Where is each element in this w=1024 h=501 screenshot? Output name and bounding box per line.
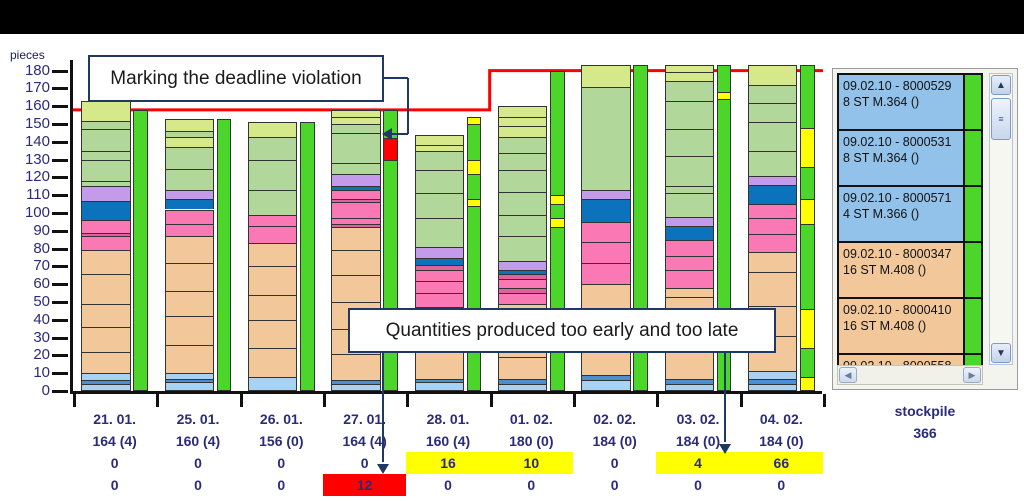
callout-quantities: Quantities produced too early and too la… bbox=[348, 308, 776, 353]
callout-deadline-violation: Marking the deadline violation bbox=[88, 55, 384, 102]
